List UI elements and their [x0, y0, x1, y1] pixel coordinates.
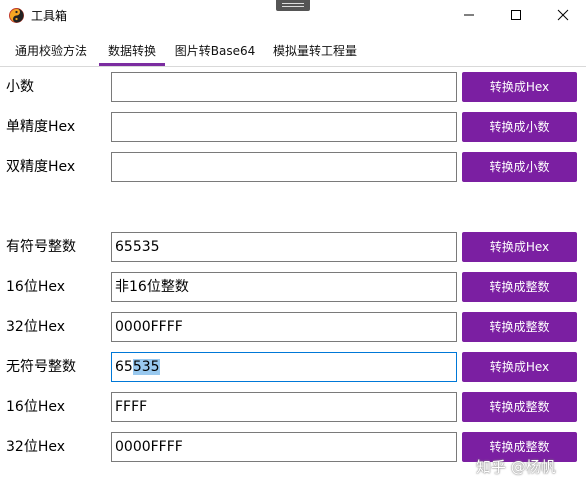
signed-hex16-to-int-button[interactable]: 转换成整数: [462, 272, 577, 302]
unsigned-int-to-hex-button[interactable]: 转换成Hex: [462, 352, 577, 382]
float64-hex-label: 双精度Hex: [6, 159, 76, 175]
decimal-label: 小数: [6, 79, 34, 95]
maximize-button[interactable]: [493, 0, 539, 30]
signed-hex16-input[interactable]: 非16位整数: [111, 272, 457, 302]
signed-hex32-input[interactable]: 0000FFFF: [111, 312, 457, 342]
signed-int-to-hex-button[interactable]: 转换成Hex: [462, 232, 577, 262]
float64-hex-input[interactable]: [111, 152, 457, 182]
tab-bar: 通用校验方法 数据转换 图片转Base64 模拟量转工程量: [0, 38, 586, 67]
unsigned-hex16-input[interactable]: FFFF: [111, 392, 457, 422]
unsigned-hex32-label: 32位Hex: [6, 439, 65, 455]
tab-data-conversion[interactable]: 数据转换: [99, 38, 165, 66]
text-selection: 535: [132, 359, 160, 375]
title-bar[interactable]: 工具箱: [0, 0, 586, 32]
tab-analog-to-engineering[interactable]: 模拟量转工程量: [266, 38, 364, 65]
tab-image-to-base64[interactable]: 图片转Base64: [170, 38, 260, 65]
signed-hex32-to-int-button[interactable]: 转换成整数: [462, 312, 577, 342]
unsigned-int-input[interactable]: 65535: [111, 352, 457, 382]
window-title: 工具箱: [31, 9, 68, 23]
yin-yang-app-icon: [9, 8, 24, 23]
minimize-button[interactable]: [446, 0, 492, 30]
decimal-input[interactable]: [111, 72, 457, 102]
signed-int-label: 有符号整数: [6, 239, 76, 255]
signed-hex32-label: 32位Hex: [6, 319, 65, 335]
unsigned-hex16-to-int-button[interactable]: 转换成整数: [462, 392, 577, 422]
float32-hex-input[interactable]: [111, 112, 457, 142]
maximize-icon: [511, 10, 521, 20]
drag-handle-icon[interactable]: [276, 0, 310, 11]
close-button[interactable]: [540, 0, 586, 30]
signed-int-input[interactable]: 65535: [111, 232, 457, 262]
float32-hex-label: 单精度Hex: [6, 119, 76, 135]
minimize-icon: [464, 14, 474, 16]
signed-hex16-label: 16位Hex: [6, 279, 65, 295]
unsigned-hex32-input[interactable]: 0000FFFF: [111, 432, 457, 462]
decimal-to-hex-button[interactable]: 转换成Hex: [462, 72, 577, 102]
watermark: 知乎 @杨帆: [476, 458, 556, 476]
tab-checksum-methods[interactable]: 通用校验方法: [8, 38, 94, 65]
unsigned-int-value-text: 65: [115, 359, 133, 375]
unsigned-int-label: 无符号整数: [6, 359, 76, 375]
unsigned-hex16-label: 16位Hex: [6, 399, 65, 415]
float32-to-decimal-button[interactable]: 转换成小数: [462, 112, 577, 142]
float64-to-decimal-button[interactable]: 转换成小数: [462, 152, 577, 182]
close-icon: [557, 9, 569, 21]
